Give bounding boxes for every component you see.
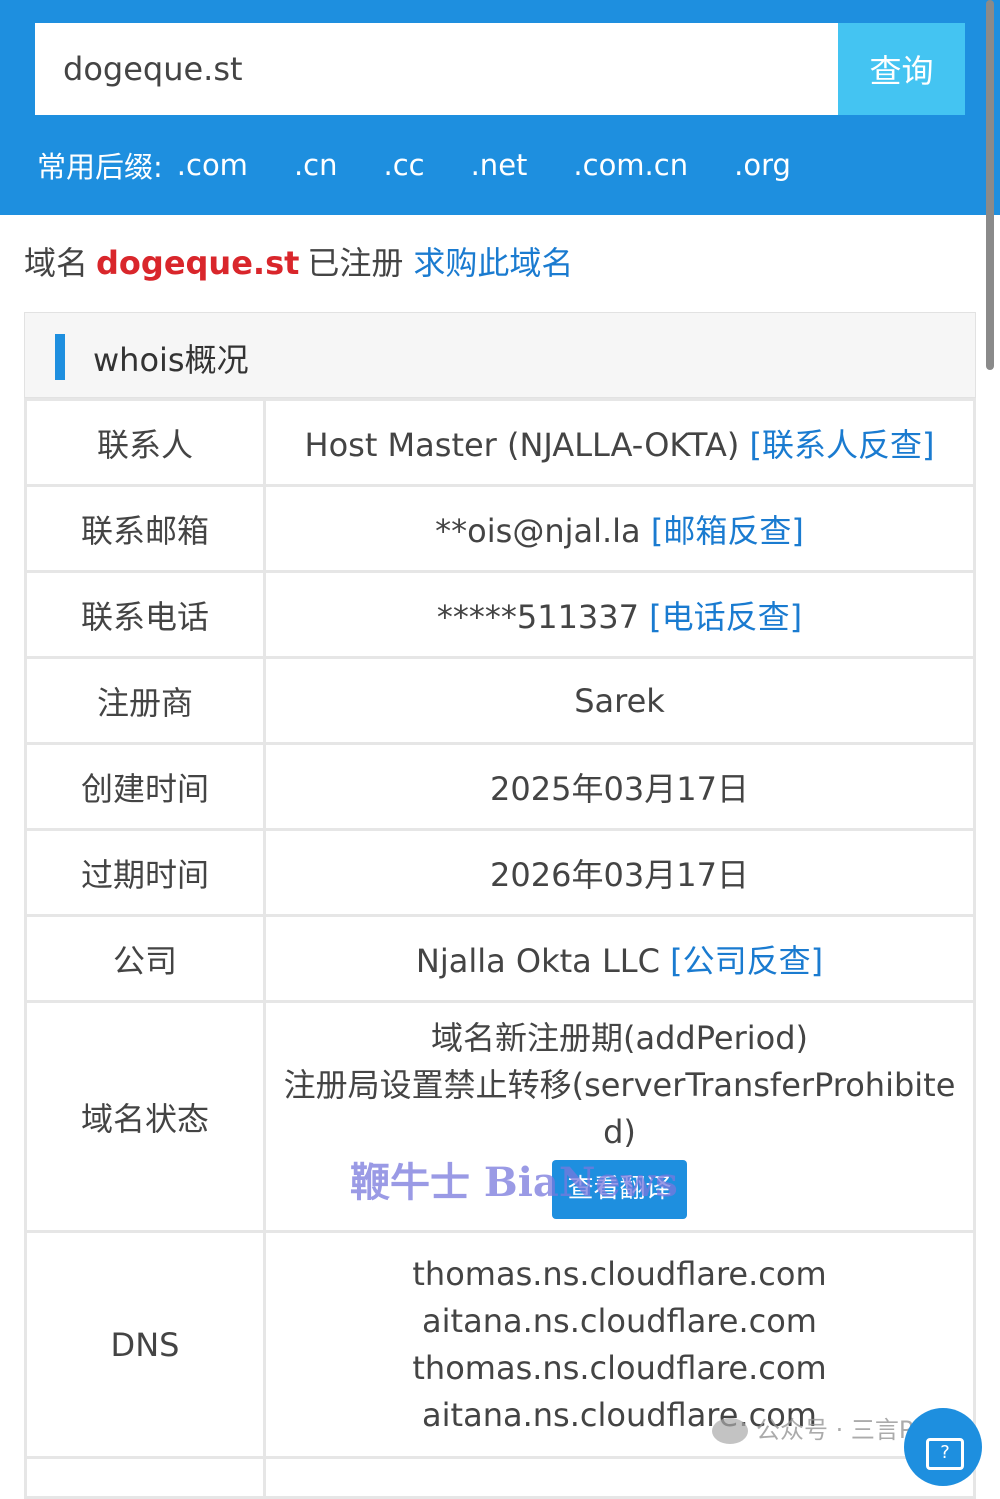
email-reverse-lookup-link[interactable]: [邮箱反查] xyxy=(651,512,804,550)
suffix-link-cn[interactable]: .cn xyxy=(294,148,338,182)
email-value: **ois@njal.la xyxy=(435,511,641,550)
status-line[interactable]: 注册局设置禁止转移(serverTransferProhibite xyxy=(278,1062,961,1109)
table-row: 联系人 Host Master (NJALLA-OKTA) [联系人反查] xyxy=(24,398,976,487)
domain-search-input[interactable] xyxy=(35,23,838,115)
suffix-label: 常用后缀: xyxy=(37,150,163,184)
phone-reverse-lookup-link[interactable]: [电话反查] xyxy=(649,598,802,636)
top-search-bar: 查询 常用后缀: .com .cn .cc .net .com.cn .org xyxy=(0,0,1000,215)
dns-server: thomas.ns.cloudflare.com xyxy=(412,1254,827,1293)
domain-prefix: 域名 xyxy=(24,244,89,282)
row-label-domain-status: 域名状态 xyxy=(24,1000,266,1233)
company-reverse-lookup-link[interactable]: [公司反查] xyxy=(670,942,823,980)
watermark-text: 鞭牛士 BiaNews xyxy=(350,1159,678,1206)
row-value-created: 2025年03月17日 xyxy=(263,742,976,831)
status-line[interactable]: d) xyxy=(278,1109,961,1156)
table-row xyxy=(24,1456,976,1499)
company-value: Njalla Okta LLC xyxy=(415,941,660,980)
dns-server: thomas.ns.cloudflare.com xyxy=(412,1348,827,1387)
row-label-company: 公司 xyxy=(24,914,266,1003)
search-button[interactable]: 查询 xyxy=(838,23,965,115)
whois-table: 联系人 Host Master (NJALLA-OKTA) [联系人反查] 联系… xyxy=(24,398,976,1499)
row-label-email: 联系邮箱 xyxy=(24,484,266,573)
wechat-logo-icon xyxy=(712,1418,748,1444)
suffix-link-com-cn[interactable]: .com.cn xyxy=(573,148,688,182)
row-value-phone: *****511337 [电话反查] xyxy=(263,570,976,659)
buy-domain-link[interactable]: 求购此域名 xyxy=(413,244,573,282)
page-scrollbar[interactable] xyxy=(986,0,994,370)
row-label-expires: 过期时间 xyxy=(24,828,266,917)
contact-reverse-lookup-link[interactable]: [联系人反查] xyxy=(750,426,935,464)
common-suffixes: 常用后缀: .com .cn .cc .net .com.cn .org xyxy=(37,140,837,190)
row-value-partial xyxy=(263,1456,976,1499)
row-value-expires: 2026年03月17日 xyxy=(263,828,976,917)
row-value-email: **ois@njal.la [邮箱反查] xyxy=(263,484,976,573)
whois-title: whois概况 xyxy=(93,341,249,379)
row-label-dns: DNS xyxy=(24,1230,266,1459)
help-chat-button[interactable]: ? xyxy=(904,1408,982,1486)
table-row: 过期时间 2026年03月17日 xyxy=(24,828,976,917)
row-label-partial xyxy=(24,1456,266,1499)
row-label-registrar: 注册商 xyxy=(24,656,266,745)
suffix-link-org[interactable]: .org xyxy=(734,148,791,182)
row-label-phone: 联系电话 xyxy=(24,570,266,659)
whois-section-header: whois概况 xyxy=(24,312,976,398)
row-label-contact: 联系人 xyxy=(24,398,266,487)
section-accent-bar xyxy=(55,334,65,380)
wechat-watermark: 公众号 · 三言Pro xyxy=(712,1410,937,1445)
suffix-link-com[interactable]: .com xyxy=(177,148,248,182)
phone-value: *****511337 xyxy=(436,597,639,636)
table-row: 注册商 Sarek xyxy=(24,656,976,745)
registration-status: 已注册 xyxy=(307,244,404,282)
dns-server: aitana.ns.cloudflare.com xyxy=(422,1301,817,1340)
table-row: 联系邮箱 **ois@njal.la [邮箱反查] xyxy=(24,484,976,573)
row-value-registrar: Sarek xyxy=(263,656,976,745)
contact-value: Host Master (NJALLA-OKTA) xyxy=(304,425,740,464)
status-line[interactable]: 域名新注册期(addPeriod) xyxy=(278,1015,961,1062)
row-value-company: Njalla Okta LLC [公司反查] xyxy=(263,914,976,1003)
table-row: 联系电话 *****511337 [电话反查] xyxy=(24,570,976,659)
row-label-created: 创建时间 xyxy=(24,742,266,831)
suffix-link-cc[interactable]: .cc xyxy=(383,148,424,182)
domain-name: dogeque.st xyxy=(96,244,300,282)
row-value-contact: Host Master (NJALLA-OKTA) [联系人反查] xyxy=(263,398,976,487)
suffix-link-net[interactable]: .net xyxy=(471,148,528,182)
table-row: 公司 Njalla Okta LLC [公司反查] xyxy=(24,914,976,1003)
help-chat-icon: ? xyxy=(926,1438,964,1470)
domain-result-line: 域名 dogeque.st 已注册 求购此域名 xyxy=(24,238,573,284)
table-row: 创建时间 2025年03月17日 xyxy=(24,742,976,831)
